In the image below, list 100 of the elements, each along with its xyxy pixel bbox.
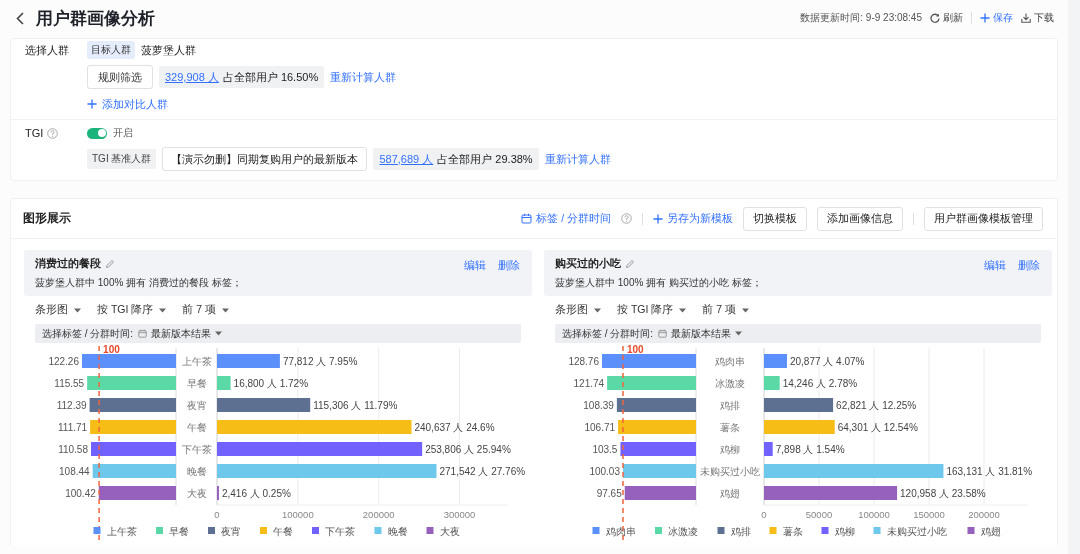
caret-icon — [222, 307, 230, 313]
add-compare-link[interactable]: 添加对比人群 — [87, 96, 168, 112]
caret-icon — [742, 307, 750, 313]
dropdown[interactable]: 前 7 项 — [182, 303, 230, 317]
refresh-button[interactable]: 刷新 — [930, 11, 963, 25]
legend-label: 薯条 — [782, 525, 803, 537]
target-tag: 目标人群 — [87, 41, 135, 59]
legend-label: 夜宵 — [221, 525, 241, 537]
value-label: 2,416 人 0.25% — [221, 487, 291, 499]
caret-icon — [594, 307, 601, 313]
toolbar-button[interactable]: 添加画像信息 — [817, 206, 903, 231]
dropdown[interactable]: 按 TGI 降序 — [617, 303, 687, 317]
panel-action-link[interactable]: 编辑 — [464, 259, 486, 273]
save-button[interactable]: 保存 — [980, 11, 1013, 25]
calendar-icon — [521, 213, 533, 224]
category-label: 上午茶 — [181, 355, 212, 367]
legend-label: 鸡翅 — [980, 525, 1001, 537]
back-icon — [16, 11, 24, 25]
rule-filter-button[interactable]: 规则筛选 — [87, 65, 153, 89]
dropdown[interactable]: 按 TGI 降序 — [97, 303, 167, 317]
version-dropdown[interactable]: 最新版本结果 — [138, 326, 223, 341]
panel-description: 菠萝堡人群中 100% 拥有 消费过的餐段 标签； — [35, 276, 243, 290]
category-label: 鸡肉串 — [715, 355, 745, 367]
value-label: 77,812 人 7.95% — [282, 355, 358, 367]
category-label: 鸡柳 — [720, 443, 740, 455]
category-label: 未购买过小吃 — [700, 465, 760, 477]
category-label: 大夜 — [186, 487, 207, 499]
tick-label: 0 — [214, 509, 220, 520]
section-label: TGI — [25, 127, 44, 139]
category-label: 薯条 — [720, 421, 740, 433]
version-dropdown[interactable]: 最新版本结果 — [658, 326, 743, 341]
count-link[interactable]: 587,689 人 — [379, 151, 434, 167]
panel-action-link[interactable]: 编辑 — [984, 259, 1006, 273]
tgi-label: 111.71 — [58, 421, 88, 433]
value-label: 20,877 人 4.07% — [789, 355, 865, 367]
time-link[interactable]: 标签 / 分群时间 — [521, 211, 611, 226]
share-text: 占全部用户 16.50% — [222, 69, 319, 85]
tick-label: 300000 — [443, 509, 476, 520]
tgi-label: 108.44 — [59, 465, 90, 477]
count-link[interactable]: 329,908 人 — [165, 69, 219, 85]
category-label: 鸡翅 — [720, 487, 740, 499]
crowd-name: 菠萝堡人群 — [141, 42, 196, 58]
tick-label: 100000 — [282, 509, 314, 520]
download-button[interactable]: 下载 — [1021, 11, 1054, 25]
value-label: 240,637 人 24.6% — [414, 421, 495, 433]
value-label: 120,958 人 23.58% — [900, 487, 986, 499]
section-label: 选择人群 — [25, 42, 69, 58]
baseline-crowd-field[interactable]: 【演示勿删】同期复购用户的最新版本 — [162, 147, 368, 171]
update-time: 数据更新时间: 9-9 23:08:45 — [800, 11, 922, 25]
reference-label: 100 — [627, 345, 644, 355]
plus-icon — [980, 13, 990, 23]
plus-icon — [87, 99, 97, 109]
category-label: 鸡排 — [720, 399, 740, 411]
recalculate-link[interactable]: 重新计算人群 — [330, 69, 397, 85]
tgi-label: 97.65 — [596, 487, 622, 499]
share-text: 占全部用户 29.38% — [437, 151, 533, 167]
pencil-icon — [625, 259, 635, 269]
baseline-tag: TGI 基准人群 — [87, 149, 157, 169]
legend-label: 晚餐 — [387, 525, 408, 537]
tgi-label: 100.03 — [589, 465, 620, 477]
recalculate-link[interactable]: 重新计算人群 — [544, 151, 611, 167]
caret-icon — [159, 307, 167, 313]
caret-icon — [735, 331, 743, 336]
legend-label: 早餐 — [169, 525, 189, 537]
tgi-label: 100.42 — [65, 487, 96, 499]
save-template-link[interactable]: 另存为新模板 — [653, 211, 733, 226]
dropdown[interactable]: 条形图 — [35, 303, 81, 317]
category-label: 早餐 — [186, 377, 207, 389]
category-label: 下午茶 — [181, 443, 212, 455]
toolbar-button[interactable]: 用户群画像模板管理 — [924, 206, 1043, 231]
dropdown[interactable]: 前 7 项 — [702, 303, 750, 317]
legend-label: 下午茶 — [325, 525, 355, 537]
tgi-label: 108.39 — [583, 399, 614, 411]
panel-action-link[interactable]: 删除 — [1018, 259, 1040, 273]
toggle-switch[interactable] — [87, 127, 107, 139]
filter-label: 选择标签 / 分群时间: — [42, 326, 134, 341]
reference-label: 100 — [103, 345, 120, 355]
value-label: 253,806 人 25.94% — [425, 443, 511, 455]
tick-label: 100000 — [858, 509, 890, 520]
caret-icon — [74, 307, 81, 313]
legend-label: 鸡排 — [730, 525, 751, 537]
page-title: 用户群画像分析 — [36, 7, 155, 30]
tick-label: 50000 — [805, 509, 833, 520]
plus-icon — [653, 213, 663, 224]
tgi-bar — [624, 486, 696, 500]
tgi-label: 106.71 — [584, 421, 616, 433]
value-label: 64,301 人 12.54% — [837, 421, 918, 433]
tgi-label: 110.58 — [58, 443, 88, 455]
category-label: 晚餐 — [186, 465, 207, 477]
panel-action-link[interactable]: 删除 — [498, 259, 520, 273]
dropdown[interactable]: 条形图 — [555, 303, 601, 317]
legend-label: 上午茶 — [106, 525, 137, 537]
value-label: 14,246 人 2.78% — [782, 377, 858, 389]
tick-label: 200000 — [362, 509, 395, 520]
toolbar-button[interactable]: 切换模板 — [743, 206, 807, 231]
category-label: 夜宵 — [186, 399, 207, 411]
section-title: 图形展示 — [23, 210, 71, 227]
tgi-label: 103.5 — [592, 443, 618, 455]
legend-label: 午餐 — [273, 525, 293, 537]
tgi-label: 115.55 — [54, 377, 85, 389]
